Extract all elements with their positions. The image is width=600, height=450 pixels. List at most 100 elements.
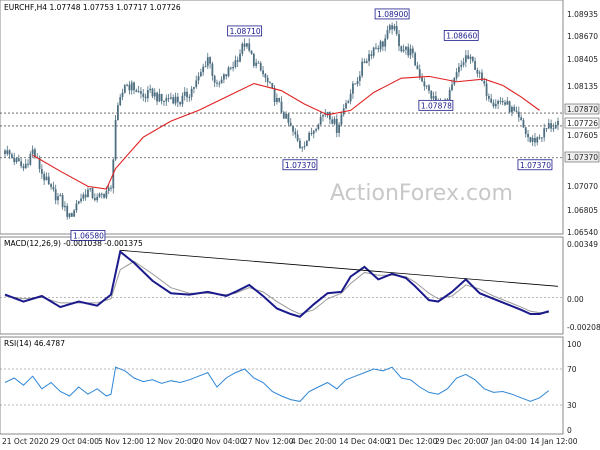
candle-body: [227, 67, 230, 77]
candle-body: [305, 140, 308, 147]
candle-body: [487, 95, 490, 99]
x-tick: 14 Dec 04:00: [339, 437, 390, 446]
candle-body: [209, 57, 211, 64]
candle-body: [202, 66, 205, 73]
candle-body: [338, 124, 341, 133]
candle-body: [70, 213, 73, 217]
candle-body: [24, 163, 27, 169]
candle-body: [504, 102, 506, 105]
candle-body: [515, 110, 518, 112]
candle-body: [61, 195, 64, 208]
x-tick: 21 Dec 12:00: [387, 437, 438, 446]
candle-body: [103, 193, 105, 198]
candle-body: [527, 133, 529, 138]
candle-body: [121, 92, 124, 98]
candle-body: [552, 128, 555, 130]
candle-body: [365, 61, 368, 63]
candle-body: [160, 93, 163, 102]
candle-body: [91, 188, 94, 199]
candle-body: [100, 193, 103, 195]
candle-body: [478, 72, 481, 74]
candle-body: [550, 123, 552, 129]
candle-body: [354, 83, 357, 85]
candle-body: [326, 112, 329, 115]
candle-body: [43, 173, 46, 181]
candle-body: [497, 100, 499, 105]
candle-body: [80, 198, 82, 202]
price-y-tick: 1.07605: [567, 131, 598, 140]
candle-body: [423, 81, 426, 87]
candle-body: [105, 190, 108, 198]
candle-body: [287, 113, 290, 123]
x-tick: 7 Jan 04:00: [484, 437, 527, 446]
candle-body: [59, 195, 62, 197]
candle-body: [292, 125, 294, 132]
candle-body: [216, 82, 218, 84]
candle-body: [234, 60, 237, 68]
candle-body: [167, 98, 170, 100]
candle-body: [506, 101, 509, 105]
candle-body: [398, 34, 400, 47]
candle-body: [149, 88, 152, 90]
candle-body: [82, 194, 85, 199]
candle-body: [87, 189, 89, 198]
candle-body: [140, 91, 142, 94]
candle-body: [93, 198, 96, 201]
candle-body: [89, 188, 92, 190]
price-y-tick: 1.06805: [567, 206, 598, 215]
candle-body: [464, 55, 467, 63]
candle-body: [123, 85, 126, 93]
candle-body: [474, 61, 476, 70]
candle-body: [174, 96, 177, 104]
candle-body: [312, 130, 315, 134]
price-y-tick: 1.07070: [567, 182, 598, 191]
candle-body: [29, 154, 32, 165]
candle-body: [557, 120, 559, 126]
candle-body: [158, 93, 161, 102]
rsi-header: RSI(14) 46.4787: [4, 339, 65, 348]
candle-body: [278, 98, 281, 102]
candle-body: [153, 92, 156, 97]
candle-body: [430, 90, 433, 99]
macd-y-tick: -0.002083: [567, 323, 600, 332]
price-label: 1.08660: [446, 31, 477, 40]
watermark: ActionForex.com: [330, 181, 513, 206]
candle-body: [393, 25, 396, 30]
candle-body: [144, 96, 147, 99]
candle-body: [4, 150, 6, 155]
price-label: 1.07370: [520, 161, 551, 170]
candle-body: [130, 82, 133, 91]
candle-body: [409, 48, 412, 56]
candle-body: [151, 88, 154, 97]
price-y-tick: 1.08405: [567, 55, 598, 64]
candle-body: [218, 83, 221, 85]
candle-body: [368, 54, 370, 62]
candle-body: [345, 103, 347, 109]
candle-body: [289, 122, 292, 126]
candle-body: [252, 53, 255, 66]
candle-body: [451, 84, 453, 91]
candle-body: [117, 105, 119, 121]
candle-body: [45, 176, 48, 181]
candle-body: [432, 96, 435, 99]
candle-body: [328, 112, 331, 120]
candle-body: [303, 146, 306, 148]
candle-body: [183, 91, 186, 96]
candle-body: [126, 84, 129, 86]
candle-body: [239, 53, 241, 62]
candle-body: [275, 98, 278, 103]
candle-body: [225, 74, 228, 77]
candle-body: [156, 92, 158, 102]
candle-body: [77, 201, 80, 204]
rsi-panel: [0, 336, 564, 435]
candle-body: [471, 56, 474, 62]
price-label: 1.08900: [377, 10, 408, 19]
candle-body: [133, 82, 135, 91]
candle-body: [220, 79, 223, 84]
candle-body: [271, 83, 274, 89]
price-y-tick: 1.07726: [567, 119, 598, 128]
candle-body: [213, 75, 216, 83]
candle-body: [8, 150, 11, 155]
candle-body: [428, 85, 430, 91]
candle-body: [128, 84, 131, 91]
